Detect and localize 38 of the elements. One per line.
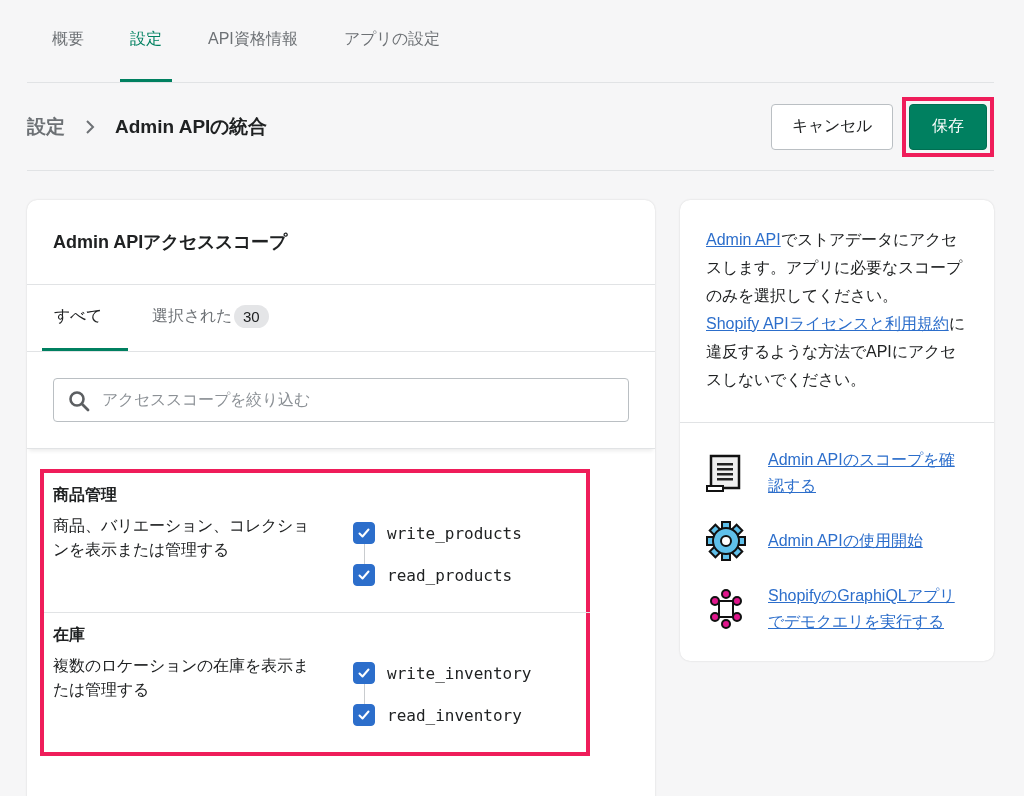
scope-label: write_products bbox=[387, 523, 522, 543]
resource-link[interactable]: Admin APIの使用開始 bbox=[768, 528, 923, 554]
scope-label: write_inventory bbox=[387, 663, 532, 683]
nav-tab[interactable]: 設定 bbox=[120, 0, 172, 82]
resource-link[interactable]: ShopifyのGraphiQLアプリでデモクエリを実行する bbox=[768, 583, 968, 635]
info-link[interactable]: Admin API bbox=[706, 231, 781, 248]
gear-icon bbox=[706, 521, 746, 561]
checkbox[interactable] bbox=[353, 704, 375, 726]
checkbox[interactable] bbox=[353, 564, 375, 586]
check-icon bbox=[357, 568, 371, 582]
section-title: 商品管理 bbox=[53, 485, 118, 505]
resource-link[interactable]: Admin APIのスコープを確認する bbox=[768, 447, 968, 499]
nav-tab[interactable]: API資格情報 bbox=[198, 0, 308, 82]
section-description: 商品、バリエーション、コレクションを表示または管理する bbox=[53, 516, 310, 560]
count-badge: 30 bbox=[234, 305, 269, 328]
nav-tab[interactable]: アプリの設定 bbox=[333, 0, 450, 82]
section-title: 在庫 bbox=[53, 625, 86, 645]
breadcrumb-link[interactable]: 設定 bbox=[27, 113, 65, 140]
scope-label: read_products bbox=[387, 565, 513, 585]
scope-label: read_inventory bbox=[387, 705, 522, 725]
page-title: Admin APIの統合 bbox=[115, 114, 268, 139]
check-icon bbox=[357, 666, 371, 680]
section-description: 複数のロケーションの在庫を表示または管理する bbox=[53, 656, 310, 700]
chevron-icon bbox=[83, 119, 97, 134]
save-button[interactable]: 保存 bbox=[909, 103, 987, 150]
info-link[interactable]: Shopify APIライセンスと利用規約 bbox=[706, 315, 949, 332]
search-field[interactable]: アクセススコープを絞り込む bbox=[53, 378, 629, 422]
filter-tab[interactable]: すべて bbox=[42, 285, 128, 351]
check-icon bbox=[357, 526, 371, 540]
checkbox[interactable] bbox=[353, 662, 375, 684]
check-icon bbox=[357, 708, 371, 722]
filter-tab[interactable]: 選択された 30 bbox=[140, 285, 295, 351]
cancel-button[interactable]: キャンセル bbox=[771, 103, 893, 150]
checkbox[interactable] bbox=[353, 522, 375, 544]
search-icon bbox=[68, 390, 90, 412]
nav-tab[interactable]: 概要 bbox=[42, 0, 94, 82]
card-title: Admin APIアクセススコープ bbox=[27, 200, 655, 285]
info-paragraph: Admin APIでストアデータにアクセスします。アプリに必要なスコープのみを選択してください。 Shopify APIライセンスと利用規約に違反するような方法でAPIにアクセスしないでください。 bbox=[680, 200, 994, 423]
